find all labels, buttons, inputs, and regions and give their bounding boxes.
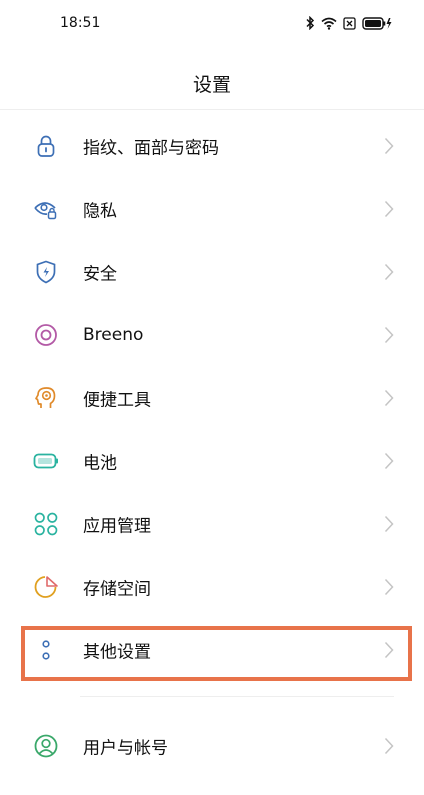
chevron-right-icon <box>384 326 394 344</box>
settings-item-convenience-tools[interactable]: 便捷工具 <box>0 366 424 429</box>
settings-item-label: 指纹、面部与密码 <box>83 138 219 158</box>
shield-icon <box>33 259 59 285</box>
settings-item-label: 存储空间 <box>83 579 151 599</box>
chevron-right-icon <box>384 137 394 155</box>
settings-item-label: 应用管理 <box>83 516 151 536</box>
chevron-right-icon <box>384 452 394 470</box>
settings-item-fingerprint-face-password[interactable]: 指纹、面部与密码 <box>0 114 424 177</box>
settings-item-battery[interactable]: 电池 <box>0 429 424 492</box>
chevron-right-icon <box>384 737 394 755</box>
chevron-right-icon <box>384 200 394 218</box>
settings-item-privacy[interactable]: 隐私 <box>0 177 424 240</box>
breeno-icon <box>33 322 59 348</box>
page-title: 设置 <box>192 74 231 96</box>
status-icons <box>305 14 392 32</box>
settings-item-security[interactable]: 安全 <box>0 240 424 303</box>
wifi-icon <box>321 17 337 30</box>
storage-pie-icon <box>33 574 59 600</box>
user-icon <box>33 733 59 759</box>
status-bar: 18:51 <box>0 0 424 50</box>
head-tools-icon <box>33 385 59 411</box>
status-time: 18:51 <box>60 15 101 31</box>
settings-item-label: 便捷工具 <box>83 390 151 410</box>
chevron-right-icon <box>384 515 394 533</box>
settings-item-label: Breeno <box>83 324 144 345</box>
settings-item-breeno[interactable]: Breeno <box>0 303 424 366</box>
battery-icon <box>33 448 59 474</box>
highlight-box <box>21 626 412 681</box>
settings-item-label: 用户与帐号 <box>83 738 168 758</box>
chevron-right-icon <box>384 263 394 281</box>
bluetooth-icon <box>306 16 315 30</box>
settings-item-users-accounts[interactable]: 用户与帐号 <box>0 714 424 777</box>
settings-item-label: 电池 <box>83 453 117 473</box>
divider <box>80 696 394 697</box>
lock-icon <box>33 133 59 159</box>
chevron-right-icon <box>384 389 394 407</box>
header: 设置 <box>0 50 424 110</box>
apps-grid-icon <box>33 511 59 537</box>
settings-item-storage[interactable]: 存储空间 <box>0 555 424 618</box>
settings-item-app-management[interactable]: 应用管理 <box>0 492 424 555</box>
battery-charging-icon <box>362 16 392 30</box>
privacy-eye-icon <box>33 196 59 222</box>
sim-icon <box>343 16 356 30</box>
settings-item-label: 安全 <box>83 264 117 284</box>
chevron-right-icon <box>384 578 394 596</box>
settings-item-label: 隐私 <box>83 201 117 221</box>
